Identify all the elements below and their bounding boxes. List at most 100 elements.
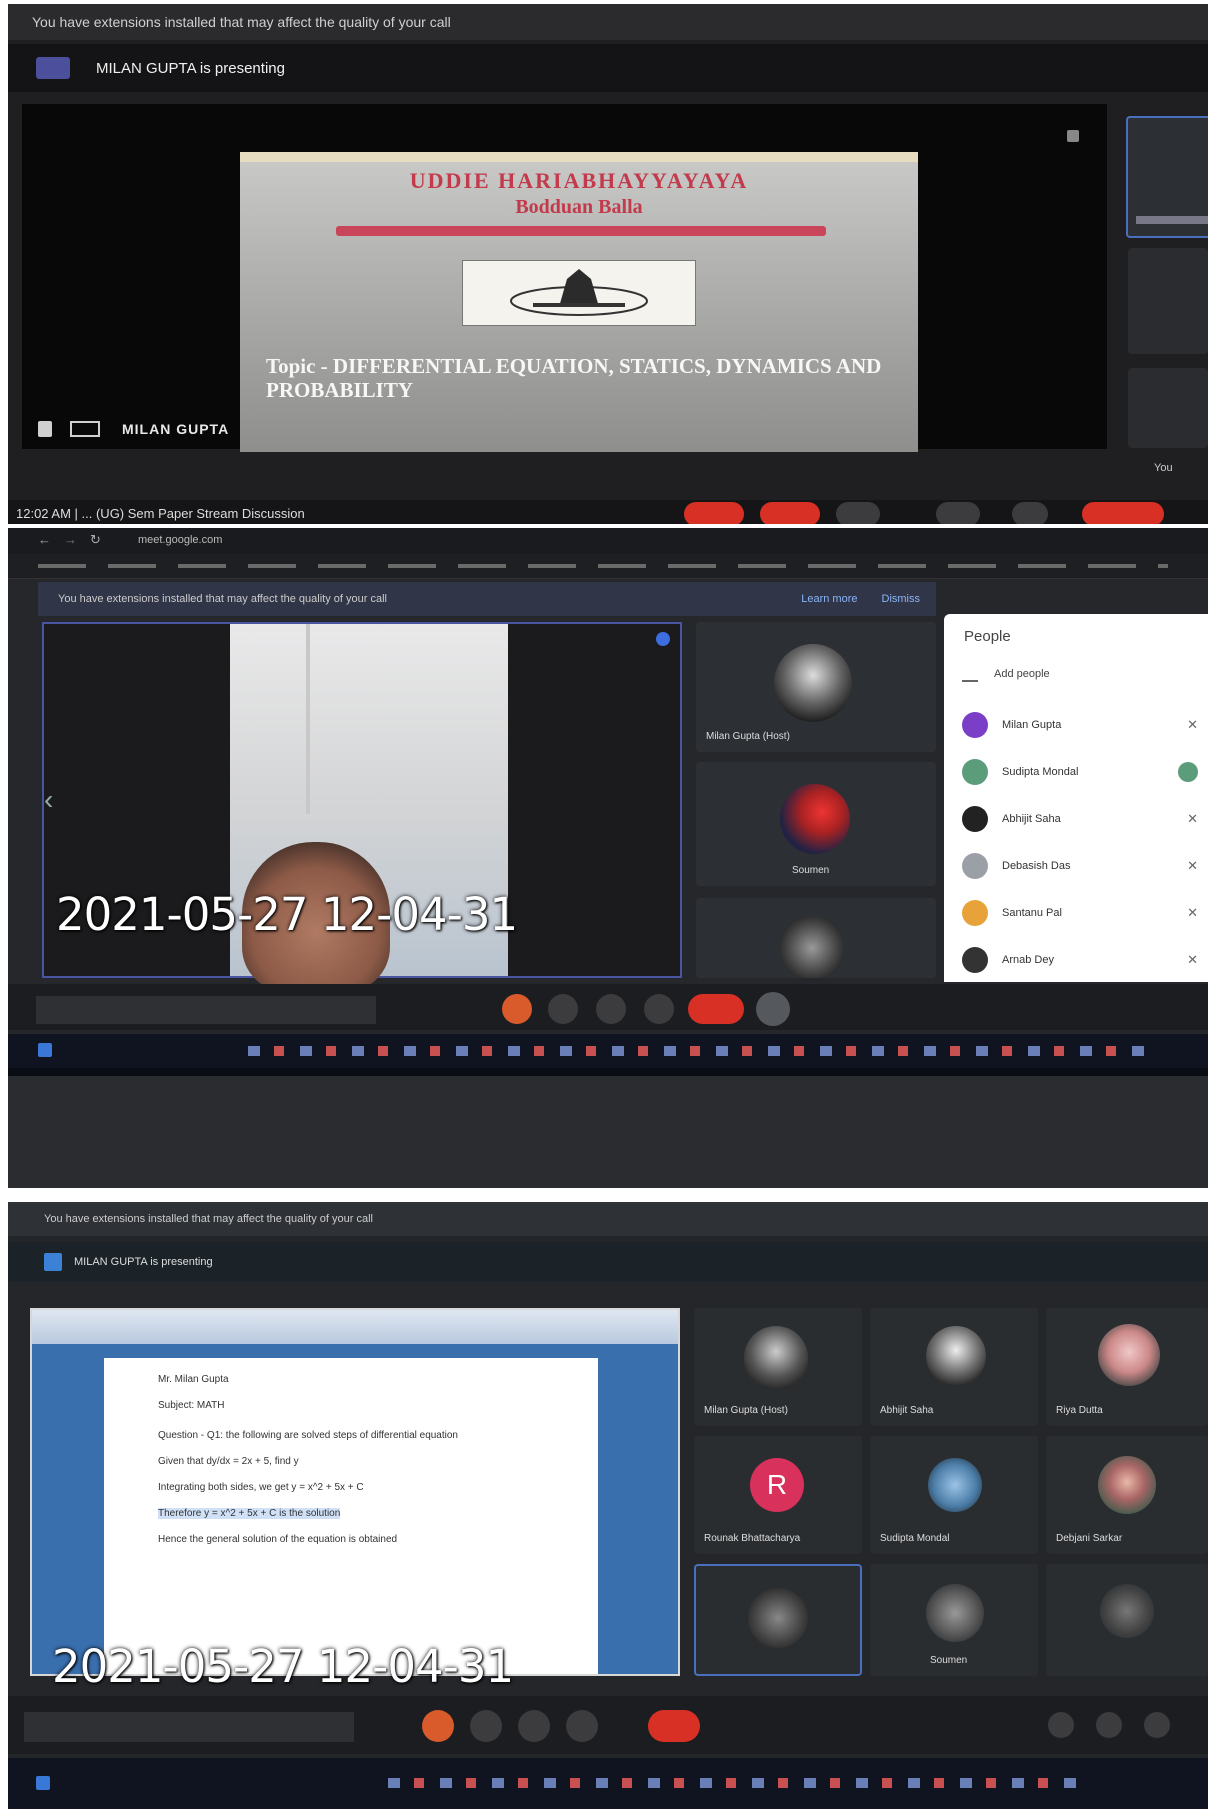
start-icon[interactable] — [38, 1043, 52, 1057]
chat-button[interactable] — [1144, 1712, 1170, 1738]
tile-indicator-icon — [656, 632, 670, 646]
presentation-stage: UDDIE HARIABHAYYAYAYA Bodduan Balla Topi… — [22, 104, 1107, 452]
grid-tile-9[interactable] — [1046, 1564, 1208, 1676]
extensions-banner-text: You have extensions installed that may a… — [58, 593, 387, 605]
people-button[interactable] — [1096, 1712, 1122, 1738]
presenter-name: MILAN GUPTA — [122, 421, 230, 437]
people-row-2[interactable]: Sudipta Mondal — [962, 755, 1198, 789]
participant-tile-2[interactable]: Soumen — [696, 762, 936, 886]
camera-button[interactable] — [470, 1710, 502, 1742]
meeting-details-box[interactable] — [24, 1712, 354, 1742]
add-people-label: Add people — [994, 668, 1050, 680]
prev-arrow-icon[interactable]: ‹ — [44, 784, 53, 816]
lower-strip — [8, 1076, 1208, 1188]
extensions-banner: You have extensions installed that may a… — [8, 1202, 1208, 1236]
side-tile-3[interactable] — [1128, 368, 1208, 448]
people-name-3: Abhijit Saha — [1002, 813, 1061, 825]
more-button[interactable] — [1012, 502, 1048, 524]
end-call-button[interactable] — [1082, 502, 1164, 524]
reload-icon[interactable]: ↻ — [90, 532, 101, 548]
people-row-4[interactable]: Debasish Das ✕ — [962, 849, 1198, 883]
people-panel: People Add people Milan Gupta ✕ Sudipta M… — [944, 614, 1208, 982]
people-name-2: Sudipta Mondal — [1002, 766, 1079, 778]
doc-page: Mr. Milan Gupta Subject: MATH Question -… — [104, 1358, 598, 1674]
self-tile[interactable] — [1126, 116, 1208, 238]
grid-name-3: Riya Dutta — [1056, 1405, 1103, 1416]
participant-tile-1[interactable]: Milan Gupta (Host) — [696, 622, 936, 752]
address-bar[interactable]: meet.google.com — [138, 534, 222, 546]
self-tile-bar — [1136, 216, 1208, 224]
people-row-3[interactable]: Abhijit Saha ✕ — [962, 802, 1198, 836]
present-button[interactable] — [936, 502, 980, 524]
pin-icon[interactable] — [1067, 130, 1079, 142]
add-people-row[interactable]: Add people — [962, 666, 1050, 682]
participant-tile-3[interactable] — [696, 898, 936, 978]
recording-timestamp: 2021-05-27 12-04-31 — [56, 888, 518, 941]
extensions-banner: You have extensions installed that may a… — [8, 4, 1208, 40]
people-row-1[interactable]: Milan Gupta ✕ — [962, 708, 1198, 742]
end-call-button[interactable] — [648, 1710, 700, 1742]
doc-line-4: Given that dy/dx = 2x + 5, find y — [158, 1456, 299, 1467]
participant-avatar-2 — [780, 784, 850, 854]
grid-tile-7[interactable] — [694, 1564, 862, 1676]
grid-tile-4[interactable]: R Rounak Bhattacharya — [694, 1436, 862, 1554]
more-options-button[interactable] — [756, 992, 790, 1026]
captions-button[interactable] — [836, 502, 880, 524]
grid-tile-2[interactable]: Abhijit Saha — [870, 1308, 1038, 1426]
grid-name-8: Soumen — [930, 1655, 968, 1666]
doc-line-7: Hence the general solution of the equati… — [158, 1534, 398, 1545]
grid-name-2: Abhijit Saha — [880, 1405, 934, 1416]
doc-line-6: Therefore y = x^2 + 5x + C is the soluti… — [158, 1508, 341, 1519]
grid-avatar-9 — [1100, 1584, 1154, 1638]
bottom-bar: 12:02 AM | ... (UG) Sem Paper Stream Dis… — [8, 500, 1208, 524]
captions-button[interactable] — [596, 994, 626, 1024]
captions-button[interactable] — [518, 1710, 550, 1742]
mic-off-icon: ✕ — [1187, 858, 1198, 873]
taskbar-apps[interactable] — [388, 1778, 1088, 1788]
bookmarks-items[interactable] — [38, 564, 1168, 568]
grid-tile-1[interactable]: Milan Gupta (Host) — [694, 1308, 862, 1426]
slide-title-line1: UDDIE HARIABHAYYAYAYA — [409, 168, 749, 193]
info-button[interactable] — [1048, 1712, 1074, 1738]
people-name-6: Arnab Dey — [1002, 954, 1054, 966]
people-avatar-1 — [962, 712, 988, 738]
start-icon[interactable] — [36, 1776, 50, 1790]
more-icon[interactable] — [1178, 762, 1198, 782]
back-icon[interactable]: ← — [38, 532, 51, 547]
meet-window-3: You have extensions installed that may a… — [8, 1202, 1208, 1809]
doc-line-3: Question - Q1: the following are solved … — [158, 1430, 458, 1441]
grid-avatar-2 — [926, 1326, 986, 1386]
doc-line-1: Mr. Milan Gupta — [158, 1374, 229, 1385]
present-button[interactable] — [566, 1710, 598, 1742]
grid-name-4: Rounak Bhattacharya — [704, 1533, 801, 1544]
grid-tile-6[interactable]: Debjani Sarkar — [1046, 1436, 1208, 1554]
people-row-5[interactable]: Santanu Pal ✕ — [962, 896, 1198, 930]
participant-name-1: Milan Gupta (Host) — [706, 731, 790, 742]
grid-tile-5[interactable]: Sudipta Mondal — [870, 1436, 1038, 1554]
doc-toolbar — [32, 1310, 678, 1344]
raise-hand-button[interactable] — [644, 994, 674, 1024]
grid-avatar-4: R — [750, 1458, 804, 1512]
pin-small-icon[interactable] — [38, 421, 52, 437]
extensions-banner-text: You have extensions installed that may a… — [44, 1213, 373, 1225]
meeting-details-box[interactable] — [36, 996, 376, 1024]
people-avatar-6 — [962, 947, 988, 973]
grid-avatar-1 — [744, 1326, 808, 1390]
side-tile-2[interactable] — [1128, 248, 1208, 354]
learn-more-link[interactable]: Learn more — [801, 593, 857, 605]
camera-button[interactable] — [548, 994, 578, 1024]
taskbar-apps[interactable] — [248, 1046, 1148, 1056]
end-call-button[interactable] — [688, 994, 744, 1024]
meet-window-2: ← → ↻ meet.google.com You have extension… — [8, 528, 1208, 1188]
grid-tile-3[interactable]: Riya Dutta — [1046, 1308, 1208, 1426]
grid-tile-8[interactable]: Soumen — [870, 1564, 1038, 1676]
participant-name-2: Soumen — [792, 865, 830, 876]
mic-button[interactable] — [422, 1710, 454, 1742]
people-row-6[interactable]: Arnab Dey ✕ — [962, 943, 1198, 977]
forward-icon[interactable]: → — [64, 532, 77, 547]
camera-button[interactable] — [760, 502, 820, 524]
mic-button[interactable] — [684, 502, 744, 524]
grid-avatar-7 — [748, 1588, 808, 1648]
mic-button[interactable] — [502, 994, 532, 1024]
dismiss-link[interactable]: Dismiss — [882, 593, 921, 605]
